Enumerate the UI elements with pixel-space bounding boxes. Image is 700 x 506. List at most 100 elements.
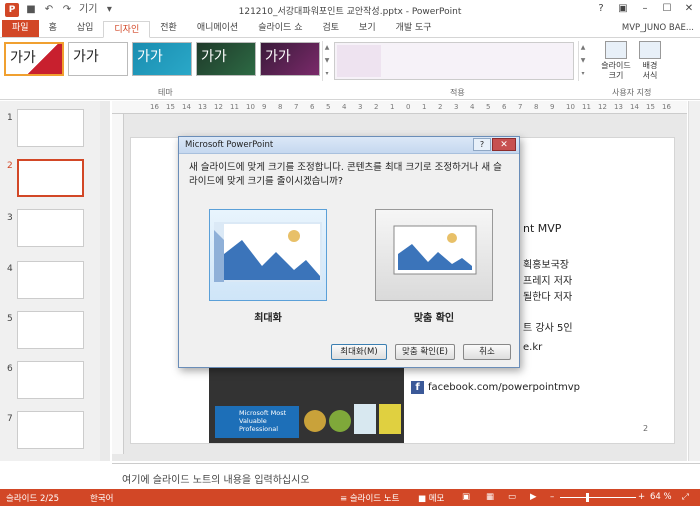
account-name[interactable]: MVP_JUNO BAE... — [622, 23, 694, 33]
slide-thumbnail[interactable] — [17, 361, 84, 399]
facebook-text: facebook.com/powerpointmvp — [428, 382, 580, 393]
thumbnail-scrollbar[interactable] — [100, 101, 110, 461]
close-button[interactable]: ✕ — [678, 0, 700, 18]
ruler-tick: 7 — [518, 103, 523, 111]
tab-developer[interactable]: 개발 도구 — [386, 20, 442, 37]
maximize-button[interactable]: 최대화(M) — [331, 344, 387, 360]
tab-slideshow[interactable]: 슬라이드 쇼 — [248, 20, 312, 37]
theme-thumbnail[interactable]: 가가 — [68, 42, 128, 76]
theme-sample: 가가 — [265, 49, 291, 65]
dialog-close-button[interactable]: ✕ — [492, 138, 516, 151]
cancel-button[interactable]: 취소 — [463, 344, 511, 360]
format-background-button[interactable]: 배경 서식 — [632, 41, 668, 81]
language-indicator[interactable]: 한국어 — [90, 492, 113, 504]
horizontal-ruler: 16 15 14 13 12 11 10 9 8 7 6 5 4 3 2 1 0 1 2 3 4 5 6 7 8 9 10 11 12 1… — [112, 101, 687, 114]
theme-thumbnail[interactable]: 가가 — [196, 42, 256, 76]
ruler-tick: 4 — [470, 103, 475, 111]
thumb-number: 7 — [7, 414, 13, 424]
ruler-tick: 14 — [630, 103, 639, 111]
ruler-tick: 8 — [534, 103, 539, 111]
tab-design[interactable]: 디자인 — [103, 21, 151, 38]
vertical-ruler — [112, 114, 124, 454]
book-cover — [379, 404, 401, 434]
ruler-tick: 16 — [662, 103, 671, 111]
zoom-in-icon[interactable]: + — [638, 492, 645, 502]
ruler-tick: 2 — [374, 103, 379, 111]
ruler-tick: 5 — [326, 103, 331, 111]
notes-pane[interactable]: 여기에 슬라이드 노트의 내용을 입력하십시오 — [112, 463, 700, 489]
maximize-option-label[interactable]: 최대화 — [209, 309, 327, 324]
book-cover — [354, 404, 376, 434]
award-badge — [304, 410, 326, 432]
slide-text[interactable]: 될한다 저자 — [523, 288, 572, 303]
theme-gallery-scroll[interactable]: ▲ ▼ ▾ — [322, 41, 331, 81]
format-background-label: 배경 서식 — [642, 61, 658, 80]
maximize-option[interactable] — [209, 209, 327, 301]
variant-gallery[interactable] — [334, 42, 574, 80]
comments-toggle[interactable]: ■ 메모 — [418, 492, 444, 504]
ruler-tick: 11 — [582, 103, 591, 111]
slide-text[interactable]: 트 강사 5인 — [523, 319, 573, 334]
thumb-number: 5 — [7, 314, 13, 324]
slideshow-icon[interactable]: ▶ — [530, 492, 537, 502]
zoom-level[interactable]: 64 % — [650, 492, 672, 502]
slide-sorter-icon[interactable]: ▦ — [486, 492, 494, 502]
zoom-out-icon[interactable]: – — [550, 492, 554, 502]
thumb-number: 6 — [7, 364, 13, 374]
theme-sample: 가가 — [137, 49, 163, 65]
slide-text[interactable]: e.kr — [523, 342, 542, 353]
slide-text[interactable]: 프레지 저자 — [523, 272, 572, 287]
ensure-fit-button[interactable]: 맞춤 확인(E) — [395, 344, 455, 360]
tab-review[interactable]: 검토 — [312, 20, 349, 37]
thumb-number: 3 — [7, 213, 13, 223]
slide-text[interactable]: 획홍보국장 — [523, 256, 569, 271]
slide-thumbnail[interactable] — [17, 311, 84, 349]
speaker-photo[interactable]: Microsoft Most Valuable Professional — [209, 368, 404, 443]
theme-thumbnail[interactable]: 가가 — [4, 42, 64, 76]
thumb-number: 2 — [7, 161, 13, 171]
tab-file[interactable]: 파일 — [2, 20, 39, 37]
theme-thumbnail[interactable]: 가가 — [132, 42, 192, 76]
ensure-fit-option[interactable] — [375, 209, 493, 301]
title-bar: P ■ ↶ ↷ 기기 ▾ 121210_서강대파워포인트 교안작성.pptx -… — [0, 0, 700, 20]
zoom-slider-thumb[interactable] — [586, 493, 589, 502]
vertical-scrollbar[interactable] — [688, 101, 700, 461]
variant-gallery-scroll[interactable]: ▲ ▼ ▾ — [578, 41, 587, 81]
reading-view-icon[interactable]: ▭ — [508, 492, 516, 502]
slide-text[interactable]: nt MVP — [523, 222, 561, 235]
tab-home[interactable]: 홈 — [39, 20, 67, 37]
slide-size-button[interactable]: 슬라이드 크기 — [598, 41, 634, 81]
minimize-button[interactable]: – — [634, 0, 656, 18]
facebook-line[interactable]: f facebook.com/powerpointmvp — [411, 381, 580, 394]
ruler-tick: 16 — [150, 103, 159, 111]
slide-thumbnail[interactable] — [17, 109, 84, 147]
tab-insert[interactable]: 삽입 — [67, 20, 104, 37]
slide-thumbnail[interactable] — [17, 261, 84, 299]
slide-thumbnail[interactable] — [17, 209, 84, 247]
ruler-tick: 14 — [182, 103, 191, 111]
dialog-help-button[interactable]: ? — [473, 138, 491, 151]
tab-animations[interactable]: 애니메이션 — [187, 20, 248, 37]
tab-transitions[interactable]: 전환 — [150, 20, 187, 37]
tab-view[interactable]: 보기 — [349, 20, 386, 37]
award-badge — [329, 410, 351, 432]
slide-thumbnail[interactable] — [17, 411, 84, 449]
maximize-button[interactable]: ☐ — [656, 0, 678, 18]
ribbon-tabs: 파일 홈 삽입 디자인 전환 애니메이션 슬라이드 쇼 검토 보기 개발 도구 … — [0, 20, 700, 38]
ribbon-display-button[interactable]: ▣ — [612, 0, 634, 18]
dialog-title: Microsoft PowerPoint — [179, 137, 519, 154]
ruler-tick: 12 — [214, 103, 223, 111]
slide-thumbnail[interactable] — [17, 159, 84, 197]
help-button[interactable]: ? — [590, 0, 612, 18]
ruler-tick: 3 — [454, 103, 459, 111]
notes-toggle[interactable]: ≡ 슬라이드 노트 — [340, 492, 399, 504]
format-background-icon — [639, 41, 661, 59]
fit-slide-icon[interactable]: ⤢ — [682, 492, 689, 502]
ensure-fit-option-label[interactable]: 맞춤 확인 — [375, 309, 493, 324]
zoom-slider[interactable] — [560, 493, 636, 502]
normal-view-icon[interactable]: ▣ — [462, 492, 470, 502]
ruler-tick: 10 — [566, 103, 575, 111]
theme-sample: 가가 — [73, 49, 99, 65]
theme-thumbnail[interactable]: 가가 — [260, 42, 320, 76]
slide-size-icon — [605, 41, 627, 59]
